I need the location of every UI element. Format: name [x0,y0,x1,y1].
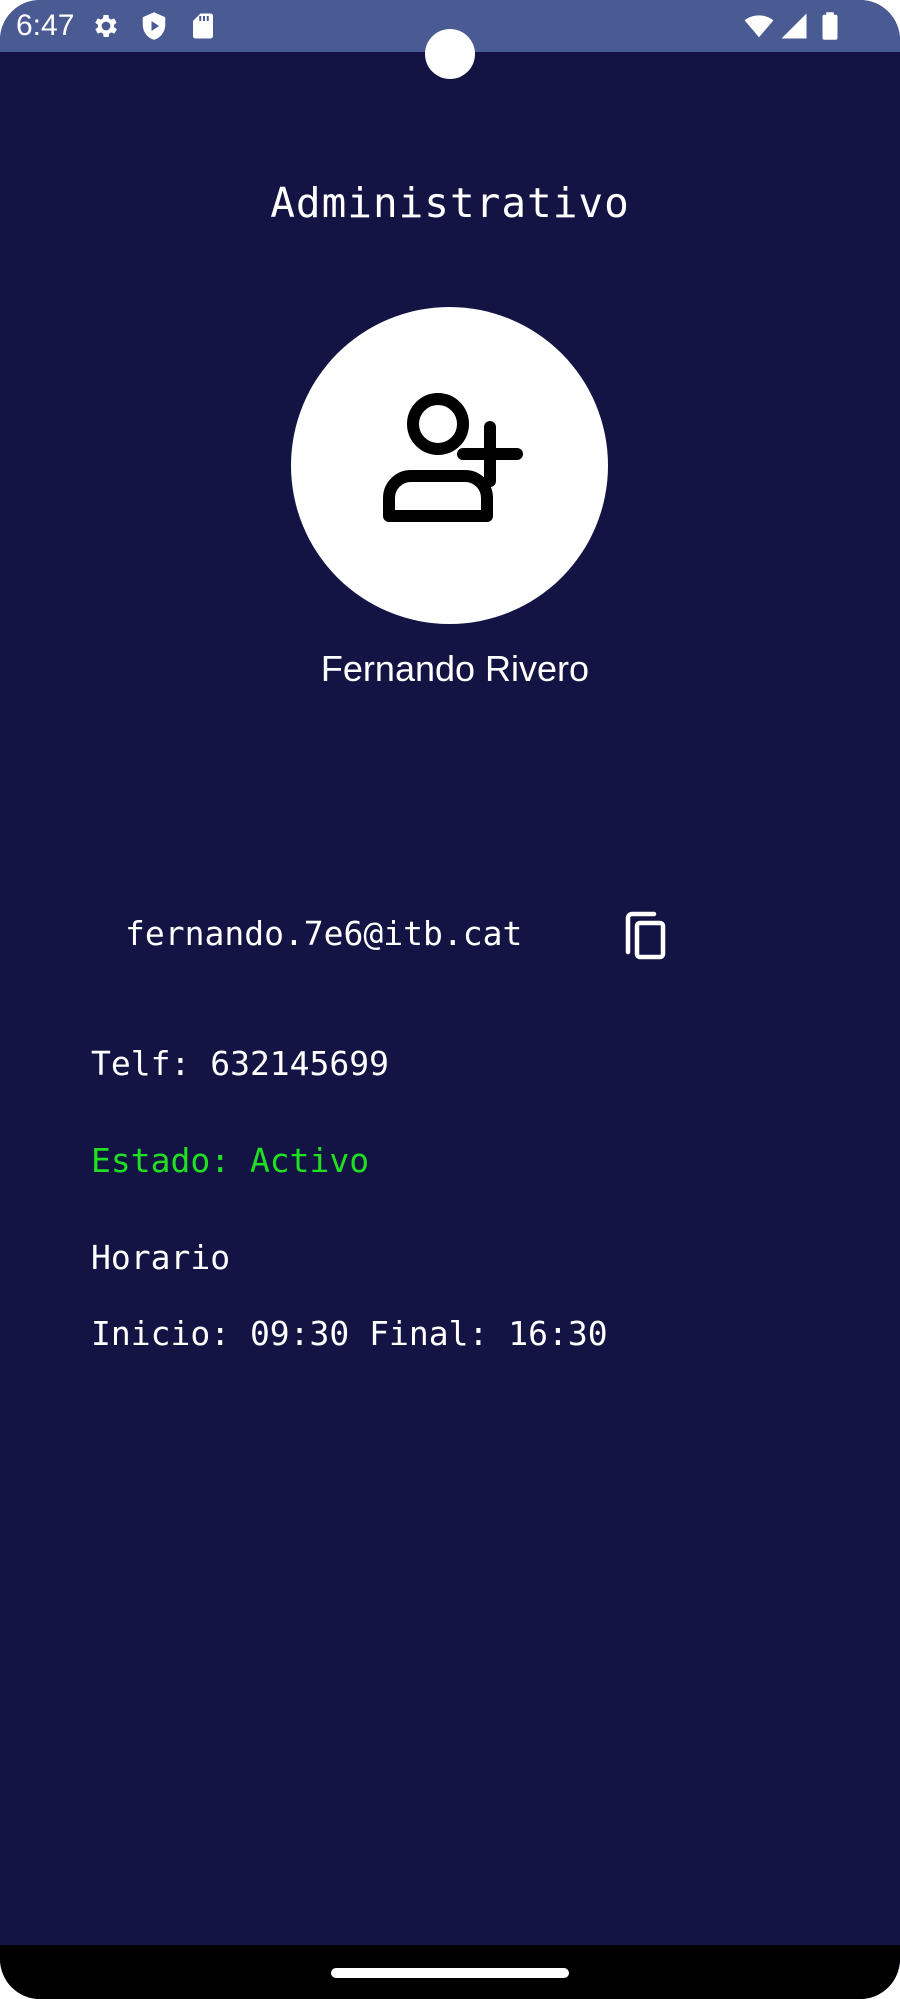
app-screen: 6:47 Administrativo Fernando Rivero fern… [0,0,900,1999]
role-title: Administrativo [270,179,630,227]
user-name: Fernando Rivero [320,648,590,689]
add-user-icon [383,393,523,522]
email-text: fernando.7e6@itb.cat [125,914,523,953]
copy-icon [625,911,666,960]
camera-cutout [425,29,475,79]
battery-icon [815,11,845,41]
cell-signal-icon [779,11,809,41]
status-time: 6:47 [16,9,75,42]
wifi-icon [744,11,774,41]
phone-text: Telf: 632145699 [91,1044,390,1083]
home-indicator[interactable] [331,1968,569,1978]
schedule-label: Horario [91,1238,231,1277]
status-text: Estado: Activo [91,1141,370,1180]
schedule-times: Inicio: 09:30 Final: 16:30 [91,1314,608,1353]
copy-button[interactable] [620,908,676,964]
avatar[interactable] [291,307,608,624]
gear-icon [91,11,121,41]
sd-card-icon [188,11,218,41]
shield-icon [139,11,169,41]
